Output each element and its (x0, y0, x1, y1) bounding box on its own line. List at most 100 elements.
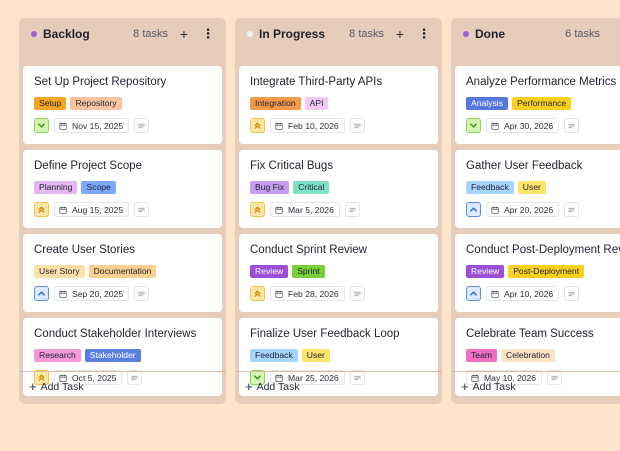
more-options-icon[interactable]: ⋮ (200, 26, 216, 42)
tag-label: Repository (70, 97, 122, 110)
column-title: Backlog (43, 27, 90, 41)
task-meta: Aug 15, 2025 (34, 202, 212, 217)
description-button[interactable] (134, 286, 150, 301)
task-card[interactable]: Set Up Project Repository Setup Repository… (23, 66, 222, 144)
add-task-button[interactable]: + Add Task (461, 380, 516, 393)
priority-medium-button[interactable] (250, 118, 265, 133)
task-meta: Nov 15, 2025 (34, 118, 212, 133)
task-title: Celebrate Team Success (466, 328, 594, 340)
task-card[interactable]: Integrate Third-Party APIs Integration API… (239, 66, 438, 144)
tag-label: Stakeholder (84, 349, 141, 362)
priority-medium-button[interactable] (250, 286, 265, 301)
chevron-up-icon (469, 205, 478, 214)
task-meta: Mar 5, 2026 (250, 202, 428, 217)
due-date-button[interactable]: Mar 5, 2026 (270, 202, 340, 217)
task-card[interactable]: Conduct Post-Deployment Review ReviewPost… (455, 234, 620, 312)
description-button[interactable] (344, 202, 360, 217)
task-card[interactable]: Analyze Performance Metrics Analysis Perfo… (455, 66, 620, 144)
tag-list: Analysis Performance (466, 97, 620, 110)
add-task-button[interactable]: + Add Task (29, 380, 84, 393)
task-count: 8 tasks (133, 28, 168, 40)
priority-high-button[interactable] (34, 286, 49, 301)
description-button[interactable] (564, 202, 580, 217)
tag-label: User (517, 181, 546, 194)
due-date-button[interactable]: Aug 15, 2025 (54, 202, 130, 217)
task-card[interactable]: Create User Stories User Story Documentati… (23, 234, 222, 312)
priority-low-button[interactable] (466, 118, 481, 133)
calendar-icon (59, 206, 72, 214)
text-lines-icon (138, 207, 145, 213)
description-button[interactable] (349, 286, 365, 301)
task-title: Define Project Scope (34, 160, 143, 172)
task-title: Create User Stories (34, 244, 135, 256)
due-date-button[interactable]: Feb 10, 2026 (270, 118, 345, 133)
tag-list: Research Stakeholder (34, 349, 212, 362)
due-date-button[interactable]: Apr 30, 2026 (486, 118, 560, 133)
priority-medium-button[interactable] (34, 202, 49, 217)
calendar-icon (59, 290, 72, 298)
due-date-button[interactable]: Apr 10, 2026 (486, 286, 560, 301)
add-icon[interactable]: + (392, 26, 408, 42)
task-meta: Apr 20, 2026 (466, 202, 620, 217)
priority-medium-button[interactable] (250, 202, 265, 217)
description-button[interactable] (349, 370, 365, 385)
tag-label: Bug Fix (250, 181, 290, 194)
add-task-label: Add Task (256, 380, 300, 393)
text-lines-icon (354, 123, 361, 129)
description-button[interactable] (564, 286, 580, 301)
description-button[interactable] (134, 118, 150, 133)
add-task-button[interactable]: + Add Task (245, 380, 300, 393)
task-meta: Sep 20, 2025 (34, 286, 212, 301)
tag-list: Bug Fix Critical (250, 181, 428, 194)
task-card[interactable]: Fix Critical Bugs Bug Fix Critical Mar 5, 2… (239, 150, 438, 228)
task-title: Conduct Post-Deployment Review (466, 244, 620, 256)
description-button[interactable] (547, 370, 563, 385)
description-button[interactable] (127, 370, 143, 385)
task-card[interactable]: Define Project Scope Planning Scope Aug 15,… (23, 150, 222, 228)
column-header: Done 6 tasks (451, 18, 620, 50)
plus-icon: + (29, 379, 37, 394)
description-button[interactable] (564, 118, 580, 133)
text-lines-icon (349, 207, 356, 213)
due-date: Apr 30, 2026 (504, 120, 554, 131)
due-date-button[interactable]: Nov 15, 2025 (54, 118, 130, 133)
due-date: Feb 28, 2026 (288, 288, 339, 299)
calendar-icon (491, 206, 504, 214)
tag-list: Review Sprint (250, 265, 428, 278)
text-lines-icon (138, 123, 145, 129)
divider (451, 371, 620, 372)
column-dot (31, 31, 37, 37)
tag-list: Feedback User (250, 349, 428, 362)
tag-label: User Story (34, 265, 85, 278)
task-title: Finalize User Feedback Loop (250, 328, 400, 340)
task-title: Set Up Project Repository (34, 76, 167, 88)
text-lines-icon (568, 207, 575, 213)
due-date: Nov 15, 2025 (72, 120, 124, 131)
priority-high-button[interactable] (466, 286, 481, 301)
task-title: Fix Critical Bugs (250, 160, 334, 172)
due-date-button[interactable]: Sep 20, 2025 (54, 286, 130, 301)
add-icon[interactable]: + (176, 26, 192, 42)
description-button[interactable] (349, 118, 365, 133)
priority-low-button[interactable] (34, 118, 49, 133)
task-title: Analyze Performance Metrics (466, 76, 617, 88)
due-date-button[interactable]: Apr 20, 2026 (486, 202, 560, 217)
chevron-down-icon (37, 121, 46, 130)
tag-list: Planning Scope (34, 181, 212, 194)
task-card[interactable]: Gather User Feedback Feedback User Apr 20, … (455, 150, 620, 228)
task-card[interactable]: Conduct Sprint Review Review Sprint Feb 28,… (239, 234, 438, 312)
description-button[interactable] (134, 202, 150, 217)
divider (235, 371, 442, 372)
text-lines-icon (568, 291, 575, 297)
due-date: Apr 20, 2026 (504, 204, 554, 215)
double-chevron-up-icon (37, 205, 46, 214)
due-date-button[interactable]: Feb 28, 2026 (270, 286, 345, 301)
tag-label: Review (250, 265, 289, 278)
due-date: Sep 20, 2025 (72, 288, 124, 299)
plus-icon: + (461, 379, 469, 394)
tag-label: Planning (34, 181, 78, 194)
priority-high-button[interactable] (466, 202, 481, 217)
more-options-icon[interactable]: ⋮ (416, 26, 432, 42)
tag-label: Scope (81, 181, 116, 194)
add-task-label: Add Task (40, 380, 84, 393)
